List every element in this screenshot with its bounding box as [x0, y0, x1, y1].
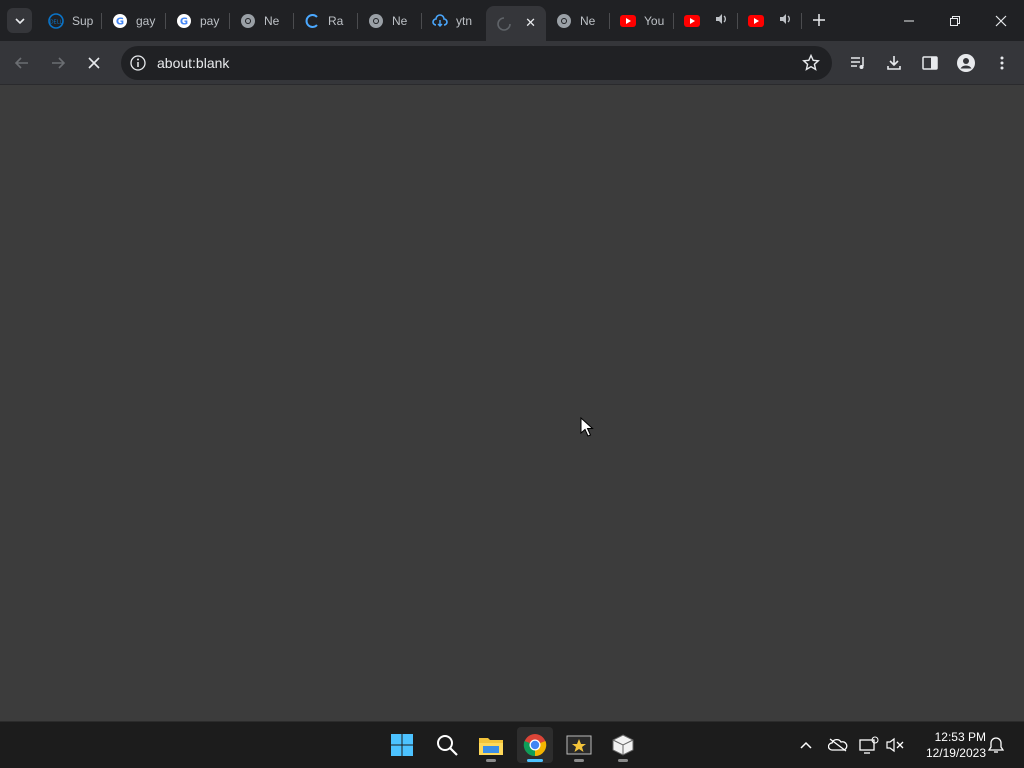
tab-title: Ne	[392, 13, 408, 28]
minimize-button[interactable]	[886, 0, 932, 41]
chrome-taskbar-button[interactable]	[517, 727, 553, 763]
package-app-button[interactable]	[605, 727, 641, 763]
svg-text:G: G	[116, 16, 124, 27]
package-box-icon	[612, 734, 634, 756]
windows-taskbar: 12:53 PM 12/19/2023	[0, 721, 1024, 768]
tab-google-2[interactable]: G pay	[166, 0, 230, 41]
cloud-icon	[432, 13, 448, 29]
back-button[interactable]	[8, 49, 36, 77]
tab-title: Ne	[580, 13, 596, 28]
loading-spinner-icon	[496, 16, 512, 32]
close-window-button[interactable]	[978, 0, 1024, 41]
page-content[interactable]	[0, 86, 1024, 721]
start-button[interactable]	[384, 727, 420, 763]
chrome-icon	[368, 13, 384, 29]
tab-google-1[interactable]: G gay	[102, 0, 166, 41]
tab-new-tab-3[interactable]: Ne	[546, 0, 610, 41]
tab-rainbow[interactable]: Ra	[294, 0, 358, 41]
new-tab-button[interactable]	[808, 9, 830, 31]
movie-maker-button[interactable]	[561, 727, 597, 763]
browser-tab-strip: DELL Sup G gay G pay Ne Ra Ne ytn ✕ Ne Y…	[0, 0, 1024, 41]
youtube-icon	[748, 13, 764, 29]
plus-icon	[813, 14, 825, 26]
tab-title: ytn	[456, 13, 473, 28]
svg-text:DELL: DELL	[50, 19, 63, 25]
google-icon: G	[176, 13, 192, 29]
menu-kebab-icon[interactable]	[992, 53, 1012, 73]
chrome-icon	[240, 13, 256, 29]
restore-icon	[950, 15, 960, 26]
tab-title: Ra	[328, 13, 344, 28]
browser-toolbar: about:blank	[0, 41, 1024, 85]
download-icon[interactable]	[884, 53, 904, 73]
tab-title: Ne	[264, 13, 280, 28]
tab-title: pay	[200, 13, 220, 28]
media-controls-icon[interactable]	[848, 53, 868, 73]
tab-title: gay	[136, 13, 156, 28]
stop-loading-button[interactable]	[80, 49, 108, 77]
notification-bell-icon[interactable]	[985, 734, 1007, 756]
tab-list: DELL Sup G gay G pay Ne Ra Ne ytn ✕ Ne Y…	[38, 0, 802, 41]
profile-avatar-icon[interactable]	[956, 53, 976, 73]
tab-new-tab-2[interactable]: Ne	[358, 0, 422, 41]
rainbow-icon	[304, 13, 320, 29]
forward-arrow-icon	[52, 57, 66, 69]
tab-active-loading[interactable]: ✕	[486, 6, 546, 41]
youtube-icon	[620, 13, 636, 29]
close-icon	[995, 15, 1007, 26]
search-icon	[437, 735, 458, 756]
mouse-cursor-icon	[580, 416, 594, 442]
tab-new-tab-1[interactable]: Ne	[230, 0, 294, 41]
info-icon[interactable]	[129, 54, 147, 77]
forward-button[interactable]	[44, 49, 72, 77]
restore-button[interactable]	[932, 0, 978, 41]
tab-title: You	[644, 13, 665, 28]
system-clock[interactable]: 12:53 PM 12/19/2023	[914, 729, 986, 761]
tab-youtube-2[interactable]	[674, 0, 738, 41]
tab-youtube-1[interactable]: You	[610, 0, 674, 41]
tab-ytn[interactable]: ytn	[422, 0, 486, 41]
speaker-icon[interactable]	[714, 12, 728, 29]
search-button[interactable]	[429, 727, 465, 763]
volume-muted-icon[interactable]	[884, 734, 906, 756]
film-star-icon	[566, 735, 592, 755]
svg-text:G: G	[180, 16, 188, 27]
network-icon[interactable]	[858, 734, 880, 756]
file-explorer-button[interactable]	[473, 727, 509, 763]
minimize-icon	[904, 20, 914, 21]
folder-icon	[479, 738, 503, 755]
tab-search-button[interactable]	[7, 8, 32, 33]
chrome-icon	[556, 13, 572, 29]
tab-title: Sup	[72, 13, 94, 28]
dell-icon: DELL	[48, 12, 64, 29]
close-icon	[88, 57, 100, 69]
chevron-down-icon	[14, 17, 25, 24]
back-arrow-icon	[14, 57, 28, 69]
tab-youtube-3[interactable]	[738, 0, 802, 41]
address-bar[interactable]: about:blank	[121, 46, 832, 80]
chevron-up-icon	[800, 741, 812, 749]
onedrive-icon[interactable]	[827, 734, 849, 756]
chrome-icon	[523, 734, 547, 757]
clock-time: 12:53 PM	[934, 730, 986, 744]
side-panel-icon[interactable]	[920, 53, 940, 73]
youtube-icon	[684, 13, 700, 29]
address-text: about:blank	[157, 55, 230, 71]
close-tab-icon[interactable]: ✕	[525, 15, 536, 31]
google-icon: G	[112, 13, 128, 29]
show-hidden-icons-button[interactable]	[795, 734, 817, 756]
clock-date: 12/19/2023	[925, 746, 986, 760]
speaker-icon[interactable]	[778, 12, 792, 29]
windows-logo-icon	[391, 734, 413, 756]
tab-dell-support[interactable]: DELL Sup	[38, 0, 102, 41]
bookmark-star-icon[interactable]	[802, 53, 820, 77]
